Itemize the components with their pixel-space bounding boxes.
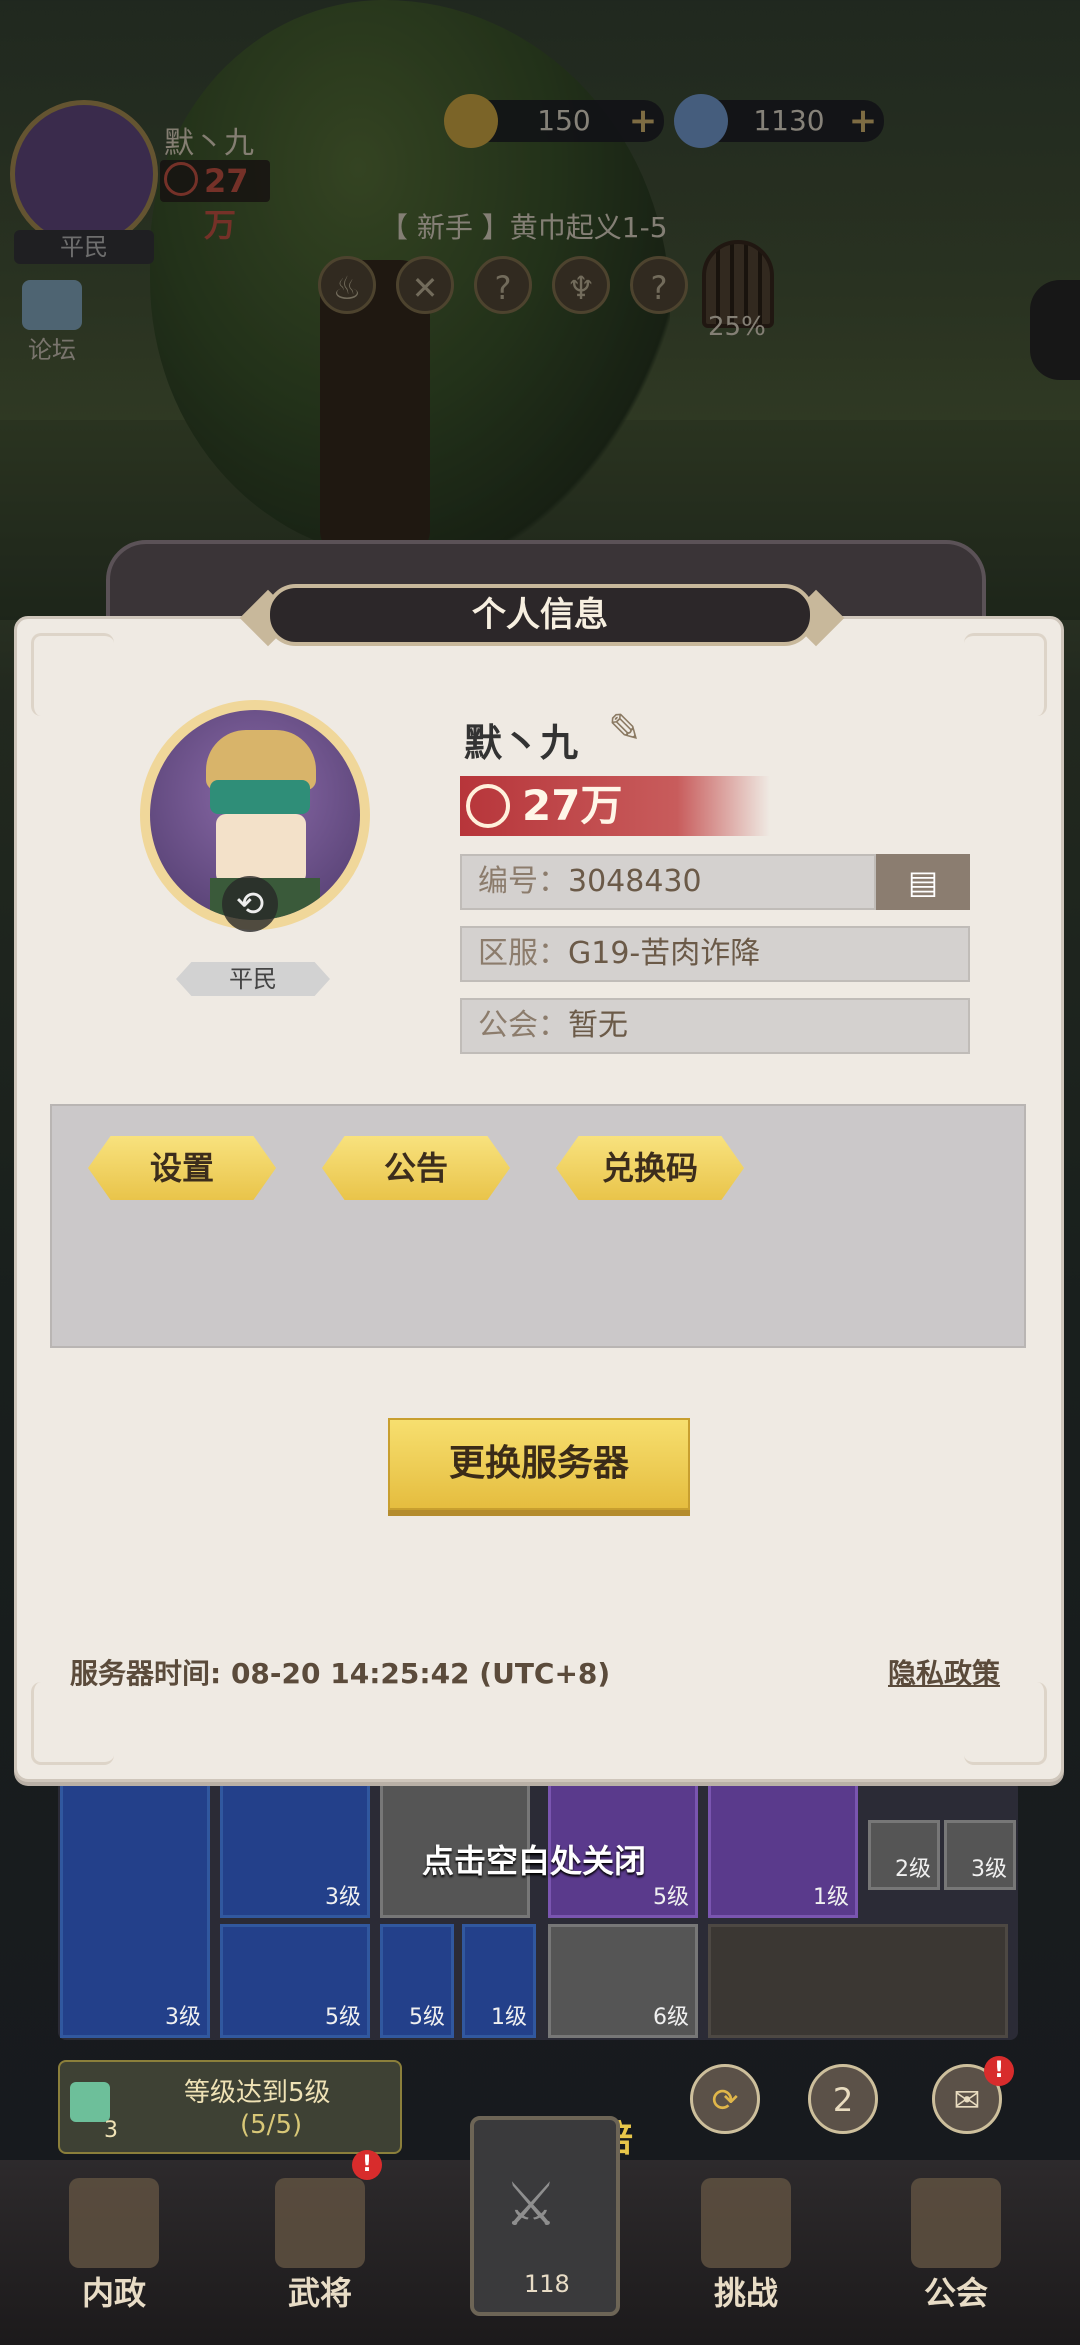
center-count: 118 bbox=[524, 2270, 570, 2298]
profile-name: 默丶九 bbox=[464, 721, 579, 765]
slot-level: 3级 bbox=[971, 1857, 1007, 1882]
inventory-slot-ring-1[interactable]: 2级 bbox=[868, 1820, 940, 1890]
close-hint: 点击空白处关闭 bbox=[422, 1842, 647, 1880]
avatar-face bbox=[216, 814, 306, 884]
slot-level: 1级 bbox=[813, 1885, 849, 1910]
nav-battle-center[interactable]: ⚔ 118 bbox=[470, 2116, 620, 2316]
nav-item-challenge[interactable]: 挑战 bbox=[676, 2168, 816, 2328]
slot-level: 2级 bbox=[895, 1857, 931, 1882]
inventory-slot-armor[interactable]: 3级 bbox=[220, 1782, 370, 1918]
quest-progress: (5/5) bbox=[240, 2110, 303, 2140]
slot-level: 1级 bbox=[491, 2005, 527, 2030]
refresh-icon: ⟳ bbox=[711, 2081, 739, 2119]
nav-label: 内政 bbox=[81, 2274, 146, 2312]
mail-icon: ✉ bbox=[953, 2081, 981, 2119]
scroll-icon bbox=[70, 2082, 110, 2122]
copy-icon: ▤ bbox=[907, 863, 939, 901]
slot-level: 5级 bbox=[409, 2005, 445, 2030]
server-value: G19-苦肉诈降 bbox=[568, 936, 761, 971]
inventory-slot-pants[interactable]: 6级 bbox=[548, 1924, 698, 2038]
inventory-slot-hammer[interactable]: 3级 bbox=[60, 1782, 210, 2038]
power-icon bbox=[466, 784, 510, 828]
slot-level: 6级 bbox=[653, 2005, 689, 2030]
nav-label: 武将 bbox=[287, 2274, 352, 2312]
round-counter[interactable]: 2 bbox=[808, 2064, 878, 2134]
slot-level: 3级 bbox=[165, 2005, 201, 2030]
refresh-button[interactable]: ⟳ bbox=[690, 2064, 760, 2134]
round-count: 2 bbox=[832, 2081, 854, 2119]
crossed-swords-icon: ⚔ bbox=[504, 2170, 558, 2240]
id-label: 编号： bbox=[478, 864, 568, 899]
mail-badge: ! bbox=[984, 2056, 1014, 2086]
edit-name-icon[interactable]: ✎ bbox=[608, 706, 662, 760]
guild-label: 公会： bbox=[478, 1008, 568, 1043]
avatar-headband bbox=[210, 780, 310, 814]
id-value: 3048430 bbox=[568, 864, 702, 899]
profile-rank: 平民 bbox=[176, 962, 330, 996]
privacy-policy-link[interactable]: 隐私政策 bbox=[888, 1652, 1000, 1692]
corner-ornament bbox=[964, 1682, 1047, 1765]
copy-id-button[interactable]: ▤ bbox=[876, 854, 970, 910]
guild-value: 暂无 bbox=[568, 1008, 628, 1043]
quest-count: 3 bbox=[104, 2118, 118, 2143]
inventory-slot-ring-2[interactable]: 3级 bbox=[944, 1820, 1016, 1890]
settings-button[interactable]: 设置 bbox=[88, 1136, 276, 1200]
redeem-code-button[interactable]: 兑换码 bbox=[556, 1136, 744, 1200]
chest-icon bbox=[701, 2178, 791, 2268]
nav-item-guild[interactable]: 公会 bbox=[886, 2168, 1026, 2328]
nav-item-generals[interactable]: 武将 bbox=[250, 2168, 390, 2328]
server-field: 区服：G19-苦肉诈降 bbox=[460, 926, 970, 982]
generals-badge: ! bbox=[352, 2150, 382, 2180]
player-id-field: 编号：3048430 bbox=[460, 854, 876, 910]
cards-icon bbox=[275, 2178, 365, 2268]
inventory-slot-crown[interactable]: 5级 bbox=[220, 1924, 370, 2038]
slot-level: 5级 bbox=[653, 1885, 689, 1910]
announcement-button[interactable]: 公告 bbox=[322, 1136, 510, 1200]
inventory-grid: 3级 3级 5级 5级 1级 5级 6级 1级 2级 3级 bbox=[58, 1780, 1018, 2040]
quest-banner[interactable]: 3 等级达到5级 (5/5) bbox=[58, 2060, 402, 2154]
slot-level: 3级 bbox=[325, 1885, 361, 1910]
inventory-slot-boots[interactable]: 1级 bbox=[708, 1782, 858, 1918]
corner-ornament bbox=[964, 633, 1047, 716]
switch-server-button[interactable]: 更换服务器 bbox=[388, 1418, 690, 1510]
quest-text: 等级达到5级 bbox=[184, 2078, 331, 2108]
nav-label: 公会 bbox=[923, 2274, 988, 2312]
profile-power: 27万 bbox=[460, 776, 770, 836]
inventory-slot-empty[interactable] bbox=[708, 1924, 1008, 2038]
inventory-slot-glove-1[interactable]: 5级 bbox=[380, 1924, 454, 2038]
server-time: 服务器时间: 08-20 14:25:42 (UTC+8) bbox=[70, 1657, 611, 1690]
nav-item-domestic[interactable]: 内政 bbox=[44, 2168, 184, 2328]
corner-ornament bbox=[31, 633, 114, 716]
palace-icon bbox=[69, 2178, 159, 2268]
nav-label: 挑战 bbox=[713, 2274, 778, 2312]
guild-field: 公会：暂无 bbox=[460, 998, 970, 1054]
server-label: 区服： bbox=[478, 936, 568, 971]
profile-power-value: 27万 bbox=[522, 781, 623, 830]
slot-level: 5级 bbox=[325, 2005, 361, 2030]
inventory-slot-glove-2[interactable]: 1级 bbox=[462, 1924, 536, 2038]
change-avatar-icon[interactable]: ⟲ bbox=[222, 876, 278, 932]
panel-title: 个人信息 bbox=[266, 584, 814, 646]
guild-icon bbox=[911, 2178, 1001, 2268]
corner-ornament bbox=[31, 1682, 114, 1765]
